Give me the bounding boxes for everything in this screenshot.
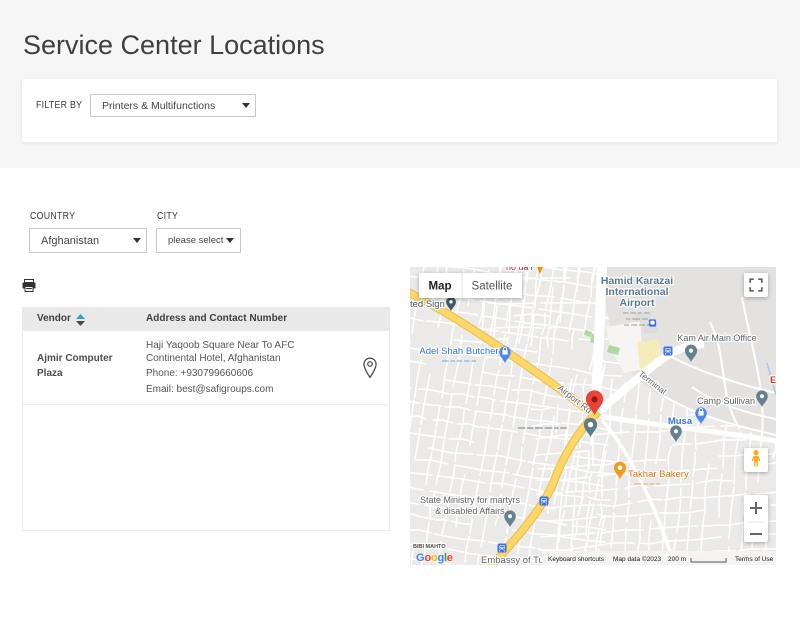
svg-text:Satellite: Satellite <box>472 281 513 293</box>
svg-text:& disabled Affairs: & disabled Affairs <box>435 506 505 516</box>
svg-text:Adel Shah Butcher: Adel Shah Butcher <box>419 346 498 357</box>
svg-text:BIBI MAHTO: BIBI MAHTO <box>413 544 446 550</box>
svg-text:Takhar Bakery: Takhar Bakery <box>628 469 689 480</box>
svg-text:ted Sign: ted Sign <box>410 299 445 310</box>
svg-text:Embassy of Tur: Embassy of Tur <box>481 555 547 565</box>
svg-text:Kam Air Main Office: Kam Air Main Office <box>677 333 756 343</box>
svg-text:Camp Sullivan: Camp Sullivan <box>697 396 755 406</box>
svg-text:G: G <box>416 552 425 564</box>
svg-text:Terms of Use: Terms of Use <box>735 556 774 563</box>
svg-text:E: E <box>770 375 776 385</box>
svg-text:no uaʼi: no uaʼi <box>506 267 533 272</box>
svg-text:State Ministry for martyrs: State Ministry for martyrs <box>420 495 521 505</box>
svg-text:Keyboard shortcuts: Keyboard shortcuts <box>548 556 605 563</box>
svg-text:200 m: 200 m <box>668 556 686 563</box>
svg-text:Map data ©2023: Map data ©2023 <box>613 555 662 563</box>
svg-text:Map: Map <box>429 281 452 293</box>
svg-text:Airport: Airport <box>620 297 656 309</box>
svg-text:e: e <box>447 552 453 564</box>
svg-text:Musa: Musa <box>668 416 693 427</box>
